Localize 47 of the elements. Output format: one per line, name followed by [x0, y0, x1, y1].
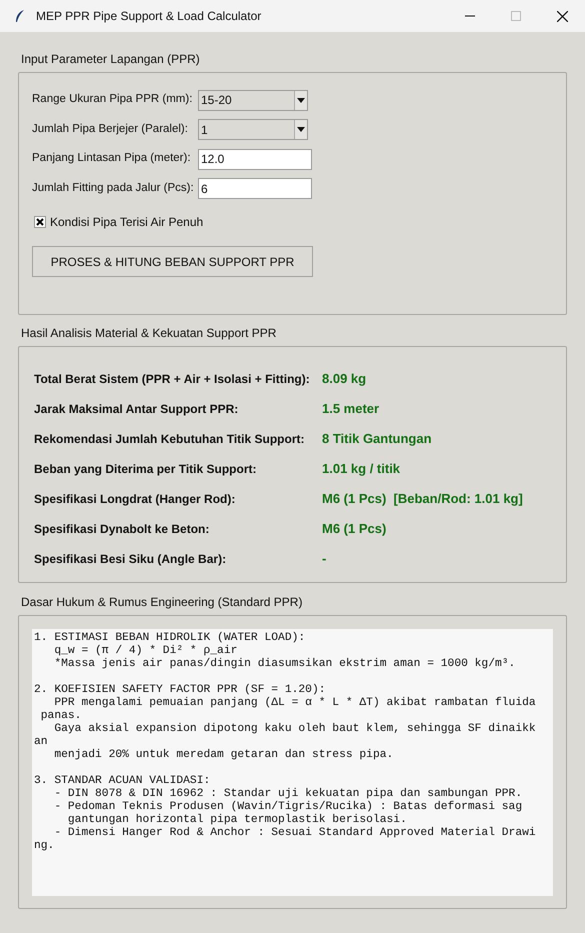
section-title: Dasar Hukum & Rumus Engineering (Standard PPR) — [20, 594, 304, 611]
minimize-icon[interactable] — [465, 15, 475, 17]
text-line: 2. KOEFISIEN SAFETY FACTOR PPR (SF = 1.20): — [34, 684, 327, 696]
text-line: - Pedoman Teknis Produsen (Wavin/Tigris/Rucika) : Batas deformasi sag — [53, 801, 524, 814]
field-label: Jumlah Fitting pada Jalur (Pcs): — [32, 180, 195, 196]
result-value: 1.5 meter — [322, 400, 380, 418]
result-label: Total Berat Sistem (PPR + Air + Isolasi + Fitting): — [34, 371, 311, 388]
field-label: Range Ukuran Pipa PPR (mm): — [32, 92, 194, 108]
field-label: Jumlah Pipa Berjejer (Paralel): — [32, 122, 189, 137]
checkbox[interactable] — [34, 216, 46, 228]
text-line: gantungan horizontal pipa termoplastik berisolasi. — [66, 814, 408, 826]
section-title: Input Parameter Lapangan (PPR) — [20, 51, 201, 68]
input-field[interactable]: 6 — [198, 178, 312, 199]
text-line: *Massa jenis air panas/dingin diasumsikan ekstrim aman = 1000 kg/m³. — [53, 658, 516, 671]
result-label: Spesifikasi Dynabolt ke Beton: — [34, 521, 210, 538]
text-line: panas. — [40, 710, 82, 723]
feather-icon — [14, 9, 26, 23]
result-label: Rekomendasi Jumlah Kebutuhan Titik Support: — [34, 431, 306, 448]
text-line: PPR mengalami pemuaian panjang (ΔL = α * L * ΔT) akibat rambatan fluida — [53, 697, 537, 710]
process-button[interactable]: PROSES & HITUNG BEBAN SUPPORT PPR — [32, 246, 313, 277]
result-label: Beban yang Diterima per Titik Support: — [34, 461, 258, 478]
text-line: Gaya aksial expansion dipotong kaku oleh baut klem, sehingga SF dinaikk — [53, 723, 537, 736]
text-line: q_w = (π / 4) * Di² * ρ_air — [53, 645, 238, 658]
text-line: menjadi 20% untuk meredam getaran dan stress pipa. — [53, 749, 394, 762]
field-label: Panjang Lintasan Pipa (meter): — [32, 151, 192, 166]
result-value: 8.09 kg — [322, 370, 366, 388]
text-line: 1. ESTIMASI BEBAN HIDROLIK (WATER LOAD): — [34, 632, 306, 644]
result-value: 1.01 kg / titik — [322, 460, 400, 478]
text-line: an — [34, 736, 49, 749]
result-label: Spesifikasi Longdrat (Hanger Rod): — [34, 491, 236, 508]
dropdown[interactable]: 1 — [198, 119, 308, 140]
result-value: M6 (1 Pcs) [Beban/Rod: 1.01 kg] — [322, 490, 523, 508]
input-field[interactable]: 12.0 — [198, 148, 312, 170]
result-label: Spesifikasi Besi Siku (Angle Bar): — [34, 551, 228, 568]
result-value: 8 Titik Gantungan — [322, 430, 432, 448]
window-title: MEP PPR Pipe Support & Load Calculator — [36, 8, 262, 25]
dropdown[interactable]: 15-20 — [198, 90, 308, 110]
result-label: Jarak Maksimal Antar Support PPR: — [34, 401, 240, 418]
result-value: - — [322, 550, 326, 568]
text-line: 3. STANDAR ACUAN VALIDASI: — [34, 775, 212, 788]
result-value: M6 (1 Pcs) — [322, 520, 386, 538]
section-title: Hasil Analisis Material & Kekuatan Support PPR — [20, 325, 278, 342]
text-line: ng. — [34, 840, 56, 853]
text-line: - Dimensi Hanger Rod & Anchor : Sesuai Standard Approved Material Drawi — [53, 827, 537, 840]
text-line: - DIN 8078 & DIN 16962 : Standar uji kekuatan pipa dan sambungan PPR. — [53, 788, 524, 800]
checkbox-label: Kondisi Pipa Terisi Air Penuh — [50, 214, 204, 231]
close-icon[interactable] — [556, 10, 568, 22]
